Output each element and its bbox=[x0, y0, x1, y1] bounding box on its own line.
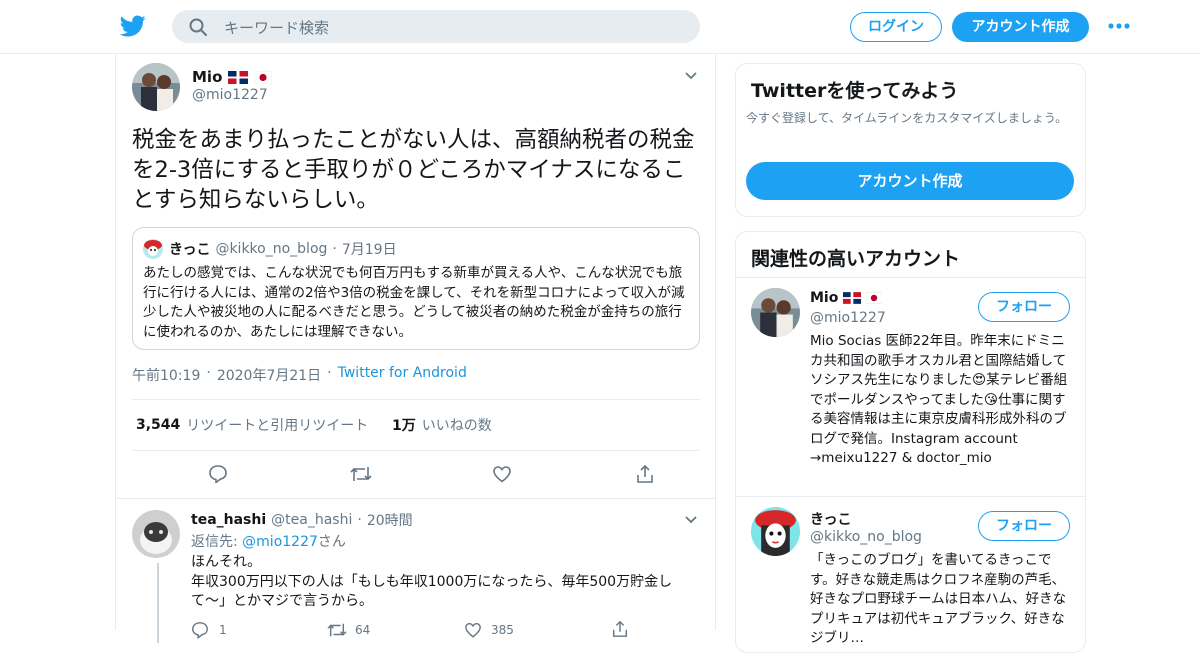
like-stat[interactable]: 1万 いいねの数 bbox=[392, 415, 492, 435]
related-name[interactable]: きっこ bbox=[810, 509, 851, 529]
retweet-count: 3,544 bbox=[136, 417, 181, 433]
japan-flag-icon bbox=[254, 70, 273, 84]
retweet-icon[interactable] bbox=[326, 621, 348, 639]
related-bio: 「きっこのブログ」を書いてるきっこです。好きな競走馬はクロフネ産駒の芦毛、好きな… bbox=[810, 552, 1067, 646]
avatar-photo bbox=[132, 63, 180, 111]
avatar[interactable] bbox=[132, 63, 180, 111]
related-name[interactable]: Mio bbox=[810, 290, 838, 306]
quoted-text: あたしの感覚では、こんな状況でも何百万円もする新車が買える人や、こんな状況でも旅… bbox=[143, 265, 685, 340]
reply-handle[interactable]: @tea_hashi bbox=[271, 512, 352, 528]
related-handle[interactable]: @kikko_no_blog bbox=[810, 529, 922, 545]
author-handle[interactable]: @mio1227 bbox=[192, 87, 268, 103]
separator-dot: · bbox=[332, 241, 337, 257]
tweet-date[interactable]: 2020年7月21日 bbox=[217, 365, 321, 385]
quoted-avatar bbox=[143, 239, 163, 259]
signup-button[interactable]: アカウント作成 bbox=[952, 12, 1089, 42]
reply-avatar[interactable] bbox=[132, 510, 180, 558]
reply-to-prefix: 返信先: bbox=[191, 534, 243, 550]
dominican-flag-icon bbox=[228, 70, 249, 84]
top-bar: ログイン アカウント作成 bbox=[0, 0, 1200, 54]
chevron-down-icon[interactable] bbox=[684, 515, 698, 525]
reply-count: 1 bbox=[219, 623, 227, 637]
related-handle[interactable]: @mio1227 bbox=[810, 310, 886, 326]
follow-button[interactable]: フォロー bbox=[978, 292, 1070, 322]
reply-time[interactable]: 20時間 bbox=[367, 510, 413, 530]
quoted-date: 7月19日 bbox=[341, 242, 397, 258]
quoted-tweet[interactable]: きっこ @kikko_no_blog · 7月19日 あたしの感覚では、こんな状… bbox=[132, 227, 700, 350]
tweet-text: 税金をあまり払ったことがない人は、高額納税者の税金を2-3倍にすると手取りが０ど… bbox=[132, 127, 695, 213]
signup-card: Twitterを使ってみよう 今すぐ登録して、タイムラインをカスタマイズしましょ… bbox=[735, 63, 1086, 217]
signup-card-subtitle: 今すぐ登録して、タイムラインをカスタマイズしましょう。 bbox=[746, 111, 1068, 125]
chevron-down-icon[interactable] bbox=[684, 71, 698, 81]
related-account-item[interactable]: Mio @mio1227 フォロー Mio Socias 医師22年目。昨年末に… bbox=[736, 278, 1085, 496]
share-icon[interactable] bbox=[635, 463, 655, 485]
reply-text-line: 年収300万円以下の人は「もしも年収1000万になったら、毎年500万貯金して〜… bbox=[191, 573, 673, 610]
like-label: いいねの数 bbox=[421, 418, 492, 434]
like-count: 1万 bbox=[392, 418, 416, 434]
tweet-actions bbox=[132, 449, 700, 497]
search-icon bbox=[189, 18, 207, 36]
retweet-label: リツイートと引用リツイート bbox=[186, 418, 369, 434]
reply-icon[interactable] bbox=[208, 464, 228, 484]
like-icon[interactable] bbox=[464, 621, 482, 639]
share-icon[interactable] bbox=[611, 619, 629, 639]
avatar[interactable] bbox=[751, 288, 800, 337]
tweet-time[interactable]: 午前10:19 bbox=[132, 365, 200, 385]
tweet-stats: 3,544 リツイートと引用リツイート 1万 いいねの数 bbox=[132, 399, 700, 451]
login-button[interactable]: ログイン bbox=[850, 12, 942, 42]
reply-name[interactable]: tea_hashi bbox=[191, 512, 266, 528]
tweet-column: Mio @mio1227 税金をあまり払ったことがない人は、高額納税者の税金を2… bbox=[115, 53, 716, 643]
japan-flag-icon bbox=[866, 292, 883, 304]
quoted-handle: @kikko_no_blog bbox=[215, 241, 328, 257]
separator-dot: · bbox=[327, 365, 332, 381]
separator-dot: · bbox=[357, 512, 362, 528]
related-accounts-card: 関連性の高いアカウント Mio @mio1227 フォロー Mio Socias… bbox=[735, 231, 1086, 653]
search-input[interactable] bbox=[222, 10, 686, 45]
follow-button[interactable]: フォロー bbox=[978, 511, 1070, 541]
author-name[interactable]: Mio bbox=[192, 68, 222, 86]
dominican-flag-icon bbox=[843, 292, 862, 304]
twitter-logo-icon[interactable] bbox=[120, 13, 146, 39]
signup-card-button[interactable]: アカウント作成 bbox=[746, 162, 1074, 200]
signup-card-title: Twitterを使ってみよう bbox=[751, 80, 959, 102]
related-bio: Mio Socias 医師22年目。昨年末にドミニカ共和国の歌手オスカル君と国際… bbox=[810, 333, 1068, 466]
quoted-name: きっこ bbox=[169, 242, 211, 258]
reply-retweet-count: 64 bbox=[355, 623, 371, 637]
reply-to-handle[interactable]: @mio1227 bbox=[242, 534, 318, 550]
retweet-icon[interactable] bbox=[349, 464, 373, 484]
reply-icon[interactable] bbox=[191, 621, 209, 639]
reply-text-line: ほんそれ。 bbox=[191, 554, 262, 570]
reply-to-suffix: さん bbox=[317, 534, 346, 550]
retweet-stat[interactable]: 3,544 リツイートと引用リツイート bbox=[136, 415, 368, 435]
reply-like-count: 385 bbox=[491, 623, 514, 637]
thread-line bbox=[157, 563, 159, 643]
avatar[interactable] bbox=[751, 507, 800, 556]
more-options-icon[interactable] bbox=[1108, 22, 1130, 30]
related-title: 関連性の高いアカウント bbox=[751, 248, 961, 270]
separator-dot: · bbox=[206, 365, 211, 381]
reply-tweet[interactable]: tea_hashi @tea_hashi · 20時間 返信先: @mio122… bbox=[116, 498, 715, 643]
tweet-source[interactable]: Twitter for Android bbox=[338, 365, 467, 385]
search-bar[interactable] bbox=[172, 10, 700, 45]
like-icon[interactable] bbox=[492, 464, 512, 484]
